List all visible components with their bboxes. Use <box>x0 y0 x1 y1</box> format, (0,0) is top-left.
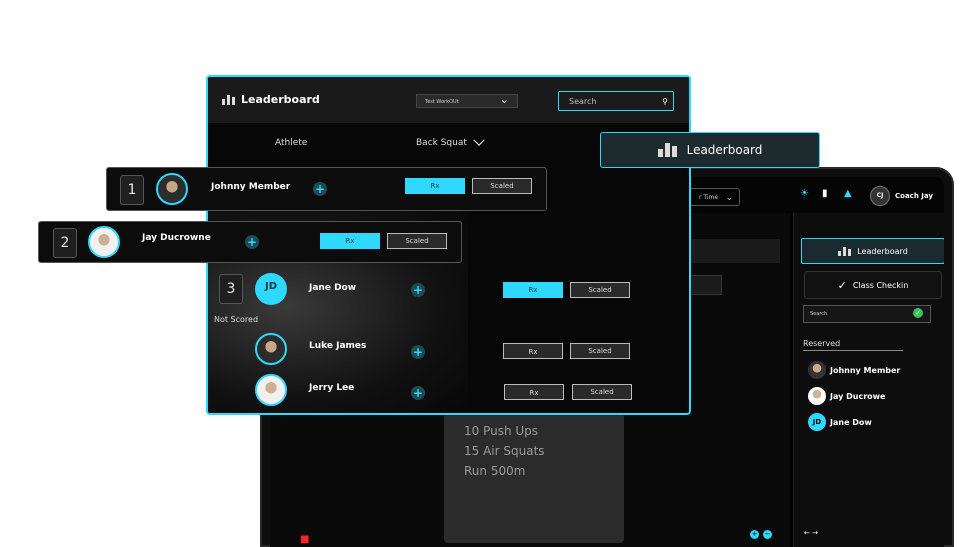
coach-name: Coach Jay <box>895 192 933 200</box>
leaderboard-title-text: Leaderboard <box>241 93 320 106</box>
search-icon: ⚲ <box>662 97 668 106</box>
rank-badge: 2 <box>53 228 77 258</box>
workout-card: 10 Push Ups 15 Air Squats Run 500m <box>444 413 624 543</box>
rx-button[interactable]: Rx <box>504 384 564 400</box>
movement-label: Back Squat <box>416 138 467 148</box>
class-checkin-label: Class Checkin <box>852 280 909 290</box>
workout-line: 15 Air Squats <box>464 444 545 458</box>
reserved-item[interactable]: Jay Ducrowe <box>808 387 885 405</box>
scaled-button[interactable]: Scaled <box>572 384 632 400</box>
reserved-item[interactable]: JD Jane Dow <box>808 413 872 431</box>
athlete-name: Luke James <box>309 341 367 351</box>
leaderboard-row: 3 JD <box>219 273 287 305</box>
add-icon[interactable]: + <box>313 182 327 196</box>
leaderboard-icon <box>222 94 235 105</box>
workout-line: Run 500m <box>464 464 526 478</box>
search-input[interactable]: Search ⚲ <box>558 91 674 111</box>
reserved-name: Jane Dow <box>830 417 872 427</box>
athlete-name: Jay Ducrowne <box>142 233 211 243</box>
reserved-heading: Reserved <box>803 339 841 348</box>
leaderboard-header: Leaderboard Test WorkOUt ⌄ Search ⚲ <box>208 77 689 123</box>
scaled-button[interactable]: Scaled <box>570 282 630 298</box>
leaderboard-row-card: 2 Jay Ducrowne + Rx Scaled <box>38 221 462 263</box>
check-icon[interactable]: ✓ <box>913 308 923 318</box>
add-icon[interactable]: + <box>750 530 759 539</box>
reserved-name: Johnny Member <box>830 365 901 375</box>
avatar: JD <box>255 273 287 305</box>
leaderboard-title: Leaderboard <box>222 93 320 106</box>
rx-button[interactable]: Rx <box>405 178 465 194</box>
leaderboard-row-card: 1 Johnny Member + Rx Scaled <box>106 167 547 211</box>
bottom-icons: + − <box>750 530 772 539</box>
chat-icon[interactable]: ▮ <box>822 189 832 199</box>
topbar-icons: ☀ ▮ ▲ <box>800 189 854 199</box>
avatar <box>808 387 826 405</box>
movement-select[interactable]: Back Squat <box>416 134 485 148</box>
athlete-name: Jerry Lee <box>309 383 355 393</box>
avatar <box>255 333 287 365</box>
avatar <box>808 361 826 379</box>
leaderboard-chip-label: Leaderboard <box>686 143 763 157</box>
not-scored-heading: Not Scored <box>214 315 259 324</box>
reserved-name: Jay Ducrowe <box>830 391 886 401</box>
avatar <box>156 173 188 205</box>
avatar <box>88 226 120 258</box>
rx-button[interactable]: Rx <box>503 343 563 359</box>
workout-select[interactable]: Test WorkOUt ⌄ <box>416 93 518 108</box>
rx-button[interactable]: Rx <box>503 282 563 298</box>
leaderboard-chip[interactable]: Leaderboard <box>600 132 820 168</box>
rx-button[interactable]: Rx <box>320 233 380 249</box>
arrows-icon[interactable]: ← → <box>804 529 818 537</box>
add-icon[interactable]: + <box>411 345 425 359</box>
chevron-down-icon: ⌄ <box>725 193 733 203</box>
scaled-button[interactable]: Scaled <box>387 233 447 249</box>
reserved-item[interactable]: Johnny Member <box>808 361 900 379</box>
sidebar-leaderboard-label: Leaderboard <box>857 246 908 256</box>
sidebar-search-input[interactable]: Search <box>803 305 931 323</box>
avatar: JD <box>808 413 826 431</box>
scaled-button[interactable]: Scaled <box>570 343 630 359</box>
chevron-down-icon: ⌄ <box>499 93 509 106</box>
leaderboard-icon <box>657 143 677 157</box>
time-select-value: r Time <box>699 194 719 201</box>
chevron-down-icon <box>473 134 485 146</box>
search-placeholder: Search <box>569 97 597 106</box>
scaled-button[interactable]: Scaled <box>472 178 532 194</box>
divider <box>803 350 903 351</box>
add-icon[interactable]: + <box>411 386 425 400</box>
check-circle-icon: ✓ <box>837 278 847 292</box>
coach-profile[interactable]: CJ Coach Jay <box>870 186 933 206</box>
sidebar-leaderboard-button[interactable]: Leaderboard <box>801 238 944 264</box>
class-checkin-button[interactable]: ✓ Class Checkin <box>804 271 942 299</box>
athlete-name: Johnny Member <box>211 182 291 192</box>
athlete-name: Jane Dow <box>309 283 357 293</box>
bell-icon[interactable]: ▲ <box>844 189 854 199</box>
laptop-sidebar: Leaderboard ✓ Class Checkin Search ✓ Res… <box>793 213 944 547</box>
workout-select-value: Test WorkOUt <box>425 99 459 105</box>
rank-badge: 3 <box>219 274 243 304</box>
sun-icon[interactable]: ☀ <box>800 189 810 199</box>
sidebar-search-placeholder: Search <box>810 311 828 317</box>
avatar <box>255 374 287 406</box>
rank-badge: 1 <box>120 175 144 205</box>
add-icon[interactable]: + <box>411 283 425 297</box>
coach-avatar: CJ <box>870 186 890 206</box>
toggle-icon[interactable]: − <box>763 530 772 539</box>
add-icon[interactable]: + <box>245 235 259 249</box>
workout-line: 10 Push Ups <box>464 424 539 438</box>
column-header-athlete: Athlete <box>275 138 308 148</box>
leaderboard-icon <box>838 246 852 256</box>
